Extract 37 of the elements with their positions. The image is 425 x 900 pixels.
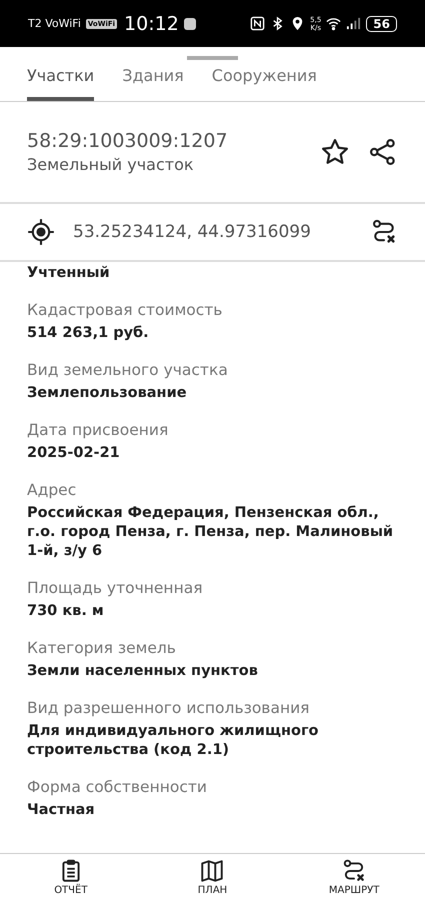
target-icon[interactable] <box>27 218 55 246</box>
battery-level: 56 <box>366 16 397 32</box>
nav-button[interactable]: ПЛАН <box>162 858 262 896</box>
nav-button[interactable]: ОТЧЁТ <box>20 858 121 896</box>
field-value: 730 кв. м <box>27 602 105 621</box>
field-label: Форма собственности <box>27 778 208 796</box>
clock: 10:12 <box>124 12 179 34</box>
cadastral-number: 58:29:1003009:1207 <box>27 130 229 152</box>
nav-button[interactable]: МАРШРУТ <box>304 858 404 896</box>
field-value: Российская Федерация, Пензенская обл., г.о. город Пенза, г. Пенза, пер. Малиновый 1-й, з/у 6 <box>27 504 394 561</box>
nfc-icon <box>250 16 266 31</box>
field-value: 514 263,1 руб. <box>27 324 150 343</box>
field-label: Кадастровая стоимость <box>27 301 224 319</box>
field-label: Вид земельного участка <box>27 361 229 379</box>
field-value: Для индивидуального жилищного строительства (код 2.1) <box>27 722 320 760</box>
signal-icon <box>346 16 362 31</box>
drag-handle[interactable] <box>187 56 238 60</box>
map-icon <box>199 858 226 884</box>
tab[interactable]: Участки <box>27 60 94 101</box>
field-label: Вид разрешенного использования <box>27 699 310 717</box>
coordinates-text: 53.25234124, 44.97316099 <box>73 222 312 242</box>
notification-icon <box>184 18 196 30</box>
field-value: 2025-02-21 <box>27 444 121 463</box>
field-value: Земли населенных пунктов <box>27 662 259 681</box>
field-value: Частная <box>27 801 96 820</box>
field-label: Адрес <box>27 481 78 499</box>
field-label: Категория земель <box>27 639 177 657</box>
object-type: Земельный участок <box>27 155 195 174</box>
tab[interactable]: Здания <box>122 60 184 101</box>
star-icon[interactable] <box>320 137 350 167</box>
field-value: Учтенный <box>27 264 111 283</box>
field-value: Землепользование <box>27 384 188 403</box>
field-label: Дата присвоения <box>27 421 170 439</box>
wifi-icon <box>326 16 342 31</box>
carrier-text: T2 VoWiFi <box>28 17 81 30</box>
tab[interactable]: Сооружения <box>212 60 317 101</box>
field-label: Площадь уточненная <box>27 579 204 597</box>
